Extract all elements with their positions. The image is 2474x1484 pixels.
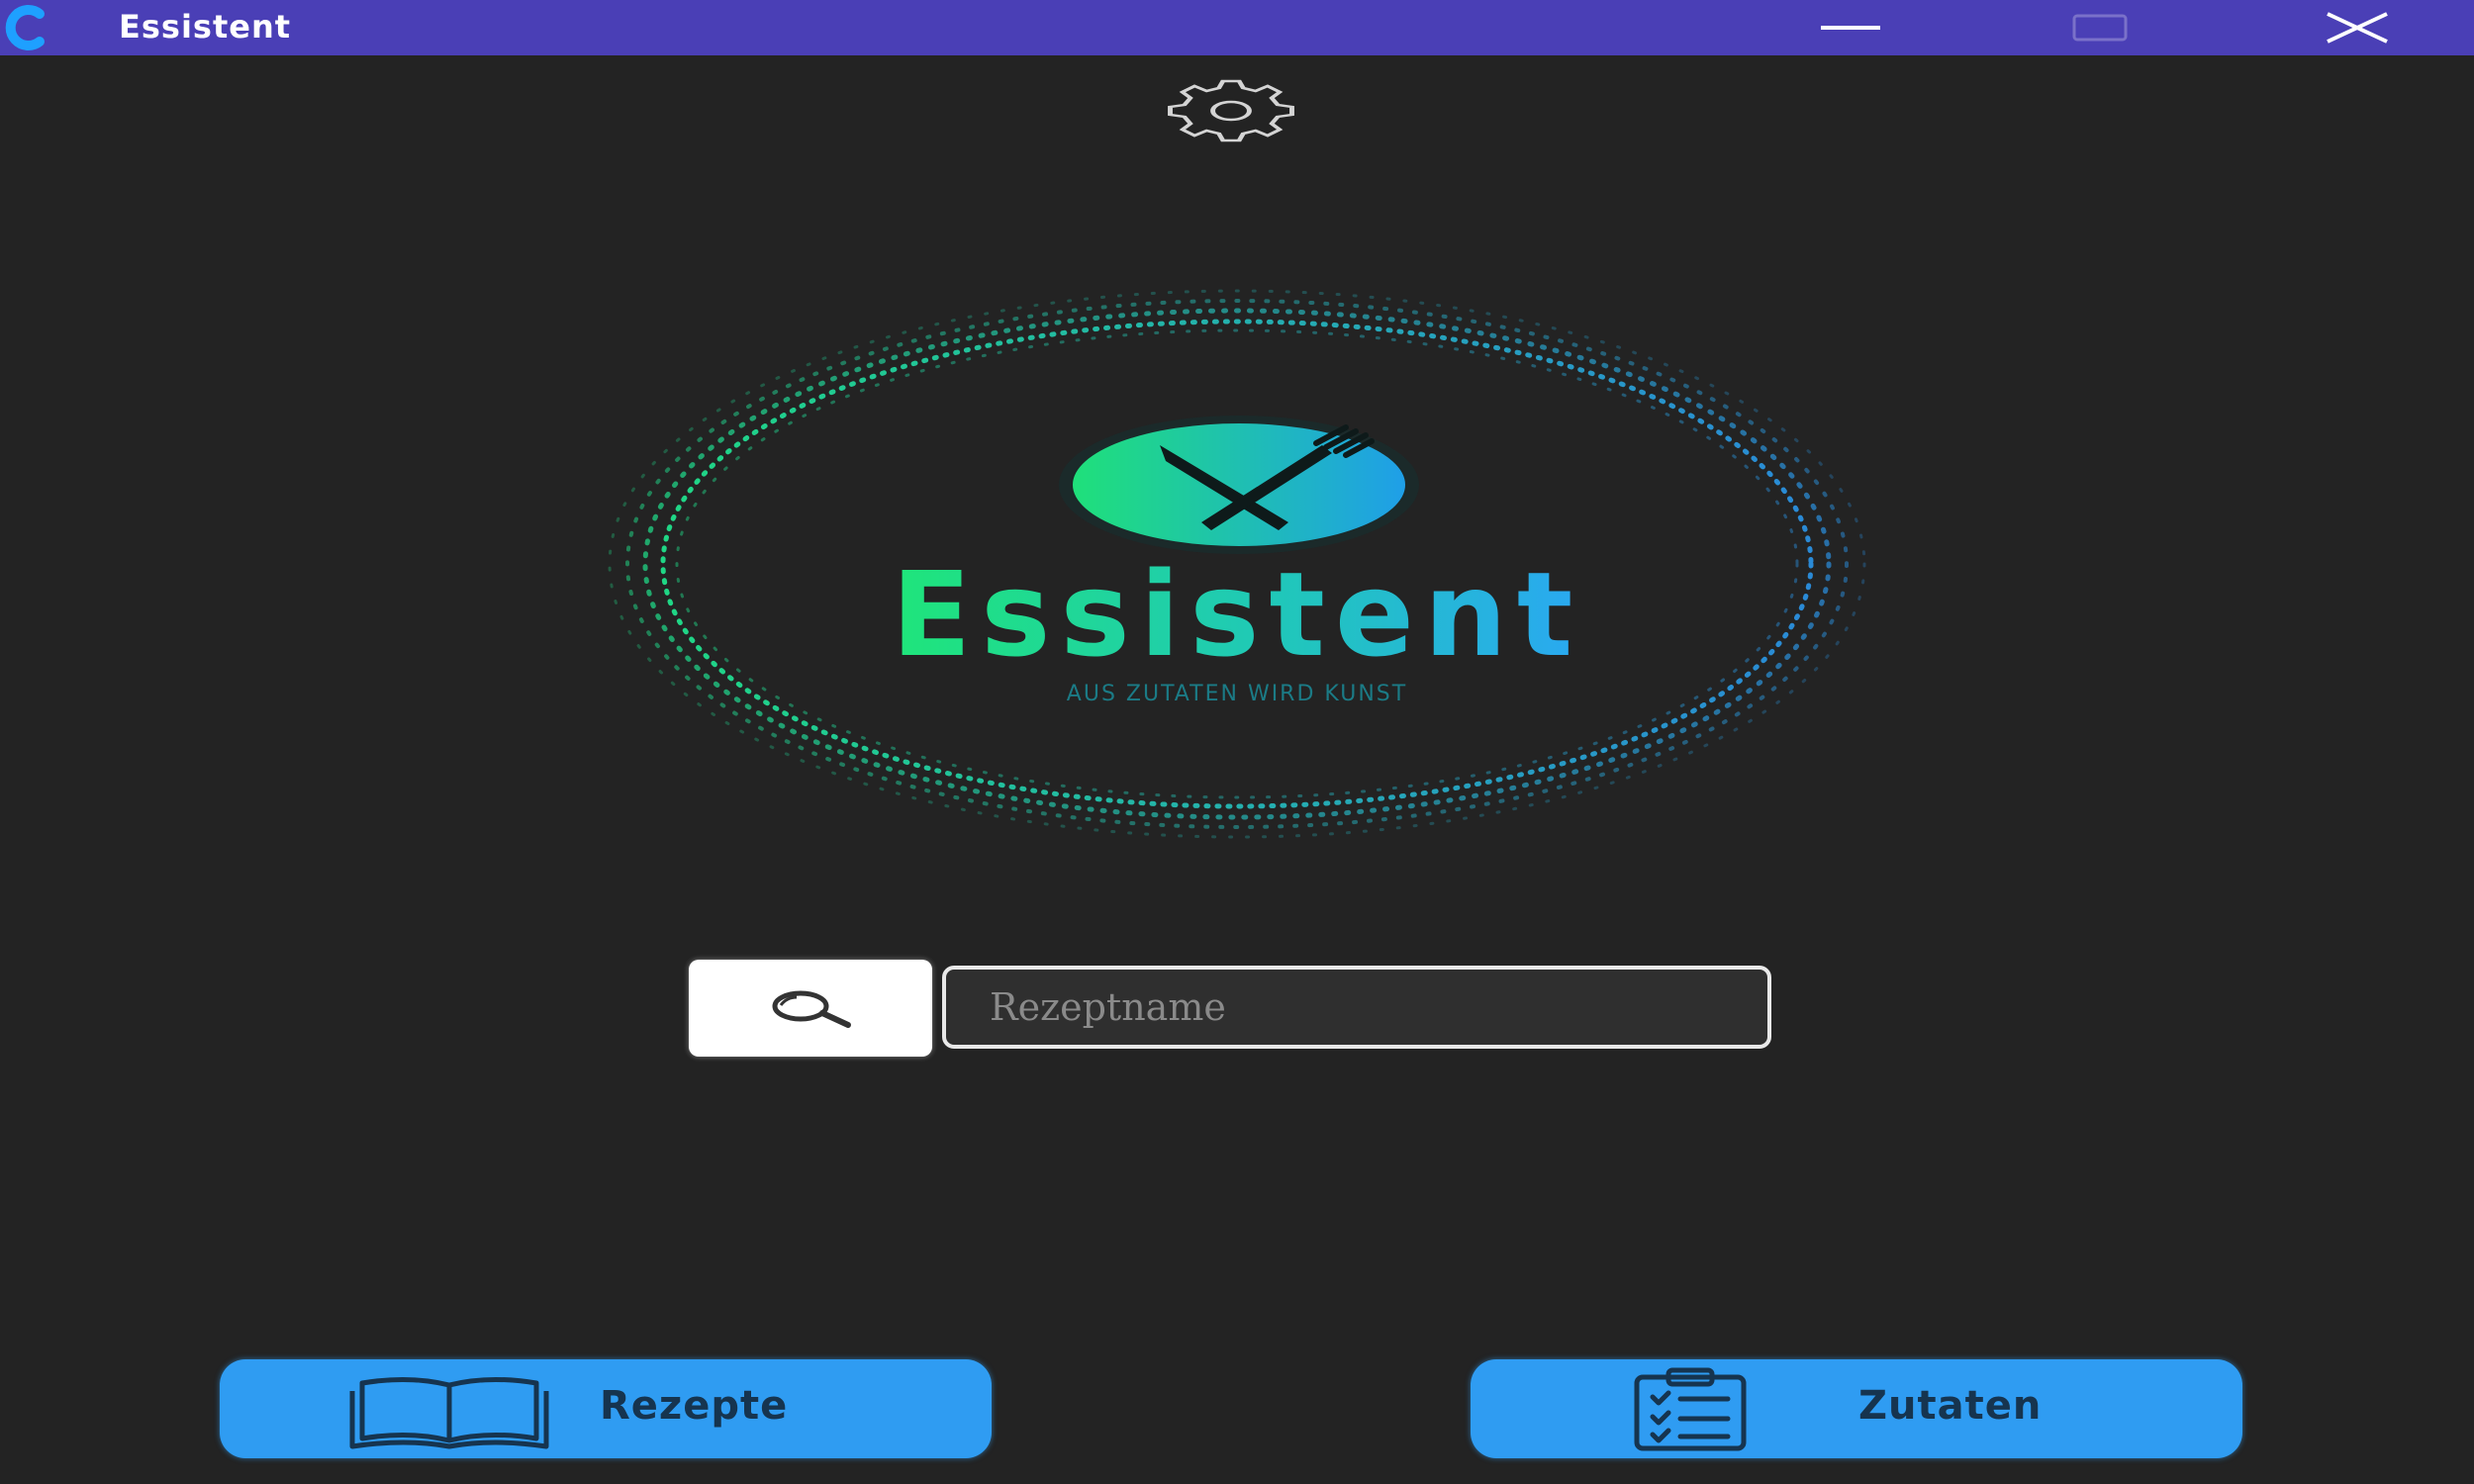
close-button[interactable] bbox=[2298, 0, 2417, 55]
maximize-button[interactable] bbox=[2041, 0, 2159, 55]
window-title: Essistent bbox=[119, 8, 292, 46]
close-icon bbox=[2327, 12, 2388, 44]
minimize-button[interactable] bbox=[1791, 0, 1910, 55]
window-titlebar[interactable]: Essistent bbox=[0, 0, 2474, 55]
maximize-icon bbox=[2072, 14, 2128, 42]
clipboard-checklist-icon bbox=[1634, 1367, 1747, 1451]
app-logo-icon bbox=[5, 5, 45, 50]
search-button[interactable] bbox=[689, 960, 932, 1057]
minimize-icon bbox=[1821, 26, 1880, 30]
logo-tagline: AUS ZUTATEN WIRD KUNST bbox=[1067, 682, 1407, 706]
logo-wordmark: Essistent bbox=[892, 546, 1583, 683]
settings-gear-icon[interactable] bbox=[1158, 77, 1304, 144]
cutlery-badge-icon bbox=[1059, 416, 1419, 554]
ingredients-button[interactable]: Zutaten bbox=[1471, 1359, 2242, 1458]
search-icon bbox=[772, 990, 851, 1028]
recipe-name-search-input[interactable] bbox=[942, 966, 1771, 1049]
recipes-button[interactable]: Rezepte bbox=[220, 1359, 992, 1458]
recipes-button-label: Rezepte bbox=[600, 1383, 789, 1429]
open-book-icon bbox=[349, 1376, 549, 1449]
ingredients-button-label: Zutaten bbox=[1858, 1383, 2043, 1429]
essistent-logo: Essistent AUS ZUTATEN WIRD KUNST bbox=[608, 289, 1866, 839]
